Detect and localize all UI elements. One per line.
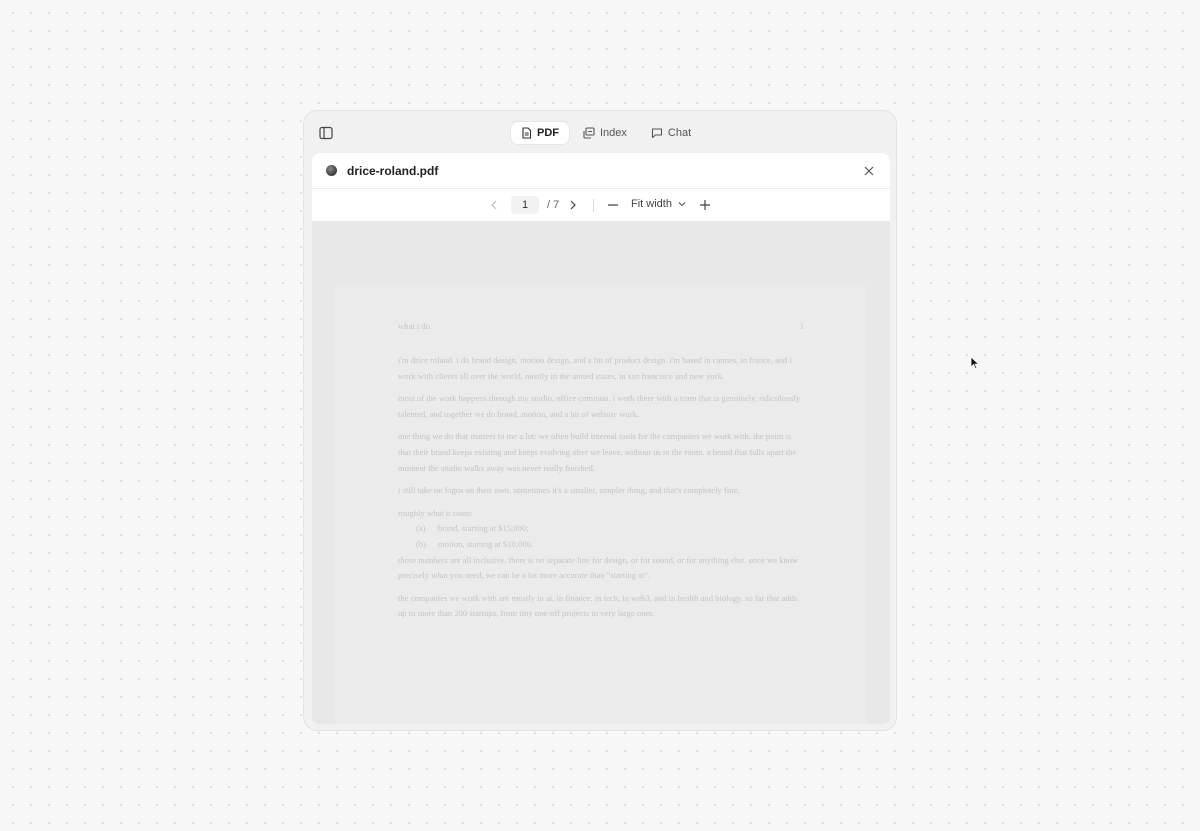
pdf-toolbar: / 7 Fit width (312, 189, 890, 222)
plus-icon[interactable] (699, 198, 711, 216)
paragraph: i'm drice roland. i do brand design, mot… (398, 355, 793, 381)
paragraph: i still take on logos on their own. some… (398, 485, 740, 496)
page-number-input[interactable] (511, 196, 539, 214)
page-number-label: 1 (799, 321, 804, 331)
list-item: (b) motion, starting at $10,000. (398, 537, 804, 553)
mouse-cursor-icon (970, 356, 980, 370)
tab-chat[interactable]: Chat (641, 122, 701, 144)
zoom-select[interactable]: Fit width (631, 198, 686, 210)
zoom-select-label: Fit width (631, 198, 672, 210)
list-item-text: brand, starting at $15,000; (438, 523, 529, 534)
paragraph: the companies we work with are mostly in… (398, 592, 798, 619)
paragraph: one thing we do that matters to me a lot… (398, 431, 797, 473)
tab-index[interactable]: Index (573, 122, 637, 144)
list-item-label: (b) (416, 538, 427, 549)
sidebar-toggle-icon[interactable] (318, 125, 334, 141)
document-icon (521, 127, 532, 139)
close-icon[interactable] (862, 164, 876, 178)
paragraph: most of the work happens through my stud… (398, 393, 801, 419)
document-header: drice-roland.pdf (312, 153, 890, 189)
page-heading: what i do (398, 321, 430, 331)
file-avatar-icon (326, 165, 337, 176)
chevron-right-icon[interactable] (569, 198, 577, 216)
list-item-label: (a) (416, 523, 426, 534)
tab-chat-label: Chat (667, 127, 692, 139)
paragraph: those numbers are all inclusive. there i… (398, 554, 799, 581)
pdf-page-area[interactable]: what i do 1 i'm drice roland. i do brand… (312, 222, 890, 724)
chevron-down-icon (678, 198, 686, 210)
page-body: i'm drice roland. i do brand design, mot… (398, 353, 804, 629)
chat-bubble-icon (651, 127, 663, 139)
file-name: drice-roland.pdf (347, 164, 439, 178)
list-item-text: motion, starting at $10,000. (438, 538, 534, 549)
pdf-viewer-window: PDF Index Chat drice-roland.pdf 1 / 7 Fi… (303, 110, 897, 731)
list-item: (a) brand, starting at $15,000; (398, 521, 804, 537)
chevron-left-icon[interactable] (490, 198, 498, 216)
tab-pdf[interactable]: PDF (511, 122, 569, 144)
pdf-page: what i do 1 i'm drice roland. i do brand… (335, 285, 867, 724)
document-panel: drice-roland.pdf / 7 (312, 153, 890, 724)
page-total: / 7 (547, 199, 560, 211)
layers-icon (583, 127, 595, 139)
toolbar-divider (593, 199, 594, 212)
tab-pdf-label: PDF (537, 127, 559, 139)
pricing-intro: roughly what it costs: (398, 507, 473, 518)
view-tabs: PDF Index Chat (511, 122, 701, 144)
page-header: what i do 1 (398, 319, 804, 335)
minus-icon[interactable] (607, 198, 619, 216)
tab-index-label: Index (600, 127, 627, 139)
